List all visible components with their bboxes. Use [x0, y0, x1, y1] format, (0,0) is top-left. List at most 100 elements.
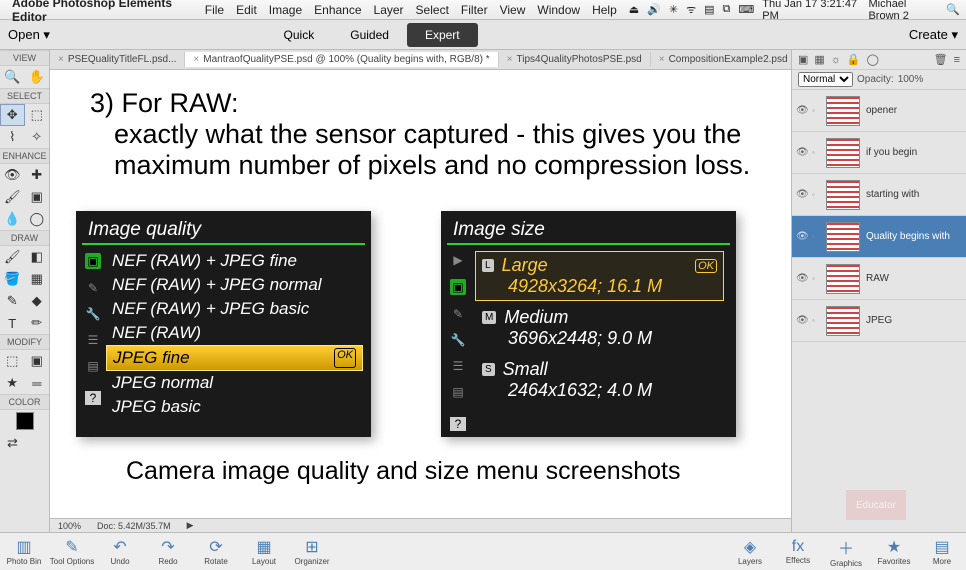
visibility-icon[interactable]: 👁	[796, 189, 806, 200]
system-icon[interactable]: ⧉	[723, 3, 731, 16]
open-menu[interactable]: Open ▾	[8, 27, 50, 43]
close-icon[interactable]: ×	[659, 54, 665, 65]
menu-help[interactable]: Help	[592, 3, 617, 17]
layer-thumbnail	[826, 138, 860, 168]
mode-quick[interactable]: Quick	[266, 23, 333, 47]
eraser-tool[interactable]: ◧	[25, 246, 50, 268]
canvas[interactable]: 3) For RAW: exactly what the sensor capt…	[50, 70, 791, 518]
straighten-tool[interactable]: ═	[25, 372, 50, 394]
zoom-level[interactable]: 100%	[58, 521, 81, 531]
user-name[interactable]: Michael Brown 2	[868, 0, 938, 22]
lock-icon[interactable]: 🔒	[847, 53, 861, 66]
menu-filter[interactable]: Filter	[461, 3, 488, 17]
menu-edit[interactable]: Edit	[236, 3, 257, 17]
menu-view[interactable]: View	[500, 3, 526, 17]
picker-tool[interactable]: ✎	[0, 290, 25, 312]
swap-colors[interactable]: ⇄	[0, 432, 25, 454]
mask-icon[interactable]: ◯	[867, 53, 879, 66]
sponge-tool[interactable]: ◯	[25, 208, 50, 230]
new-layer-icon[interactable]: ▣	[798, 53, 808, 66]
layer-row[interactable]: 👁◦starting with	[792, 174, 966, 216]
layer-row[interactable]: 👁◦Quality begins with	[792, 216, 966, 258]
section-draw: DRAW	[0, 230, 49, 246]
redo-button[interactable]: ↷Redo	[144, 537, 192, 566]
tab-2[interactable]: ×Tips4QualityPhotosPSE.psd	[499, 52, 651, 67]
layer-row[interactable]: 👁◦opener	[792, 90, 966, 132]
wrench-icon: 🔧	[86, 307, 101, 321]
close-icon[interactable]: ×	[507, 54, 513, 65]
lasso-tool[interactable]: ⌇	[0, 126, 25, 148]
trash-icon[interactable]: 🗑	[934, 53, 948, 66]
layer-row[interactable]: 👁◦RAW	[792, 258, 966, 300]
foreground-color[interactable]	[16, 412, 34, 430]
undo-button[interactable]: ↶Undo	[96, 537, 144, 566]
layer-row[interactable]: 👁◦JPEG	[792, 300, 966, 342]
mode-guided[interactable]: Guided	[332, 23, 407, 47]
effects-button[interactable]: fxEffects	[774, 535, 822, 568]
close-icon[interactable]: ×	[193, 54, 199, 65]
photo-bin-button[interactable]: ▥Photo Bin	[0, 537, 48, 566]
wifi-icon[interactable]: ⏏	[629, 3, 639, 16]
cookie-tool[interactable]: ★	[0, 372, 25, 394]
volume-icon[interactable]: 🔊	[647, 3, 661, 16]
crop-tool[interactable]: ⬚	[0, 350, 25, 372]
blur-tool[interactable]: 💧	[0, 208, 25, 230]
mode-expert[interactable]: Expert	[407, 23, 478, 47]
gradient-tool[interactable]: ▦	[25, 268, 50, 290]
layers-button[interactable]: ◈Layers	[726, 535, 774, 568]
blend-mode-select[interactable]: Normal	[798, 72, 853, 87]
fx-icon[interactable]: ☼	[831, 54, 841, 66]
menu-enhance[interactable]: Enhance	[314, 3, 361, 17]
arrow-icon[interactable]: ▶	[187, 520, 194, 531]
zoom-tool[interactable]: 🔍	[0, 66, 25, 88]
organizer-button[interactable]: ⊞Organizer	[288, 537, 336, 566]
menu-file[interactable]: File	[205, 3, 224, 17]
recompose-tool[interactable]: ▣	[25, 350, 50, 372]
wifi-icon[interactable]: ᯤ	[686, 2, 696, 17]
tools-panel: VIEW 🔍✋ SELECT ✥⬚ ⌇✧ ENHANCE 👁✚ 🖌▣ 💧◯ DR…	[0, 50, 50, 532]
layer-name: RAW	[866, 273, 889, 284]
shape-tool[interactable]: ◆	[25, 290, 50, 312]
opacity-value[interactable]: 100%	[898, 74, 924, 85]
marquee-tool[interactable]: ⬚	[25, 104, 49, 126]
pencil-tool[interactable]: ✏	[25, 312, 50, 334]
redeye-tool[interactable]: 👁	[0, 164, 25, 186]
visibility-icon[interactable]: 👁	[796, 147, 806, 158]
favorites-button[interactable]: ★Favorites	[870, 535, 918, 568]
graphics-button[interactable]: ＋Graphics	[822, 535, 870, 568]
menu-window[interactable]: Window	[537, 3, 580, 17]
more-button[interactable]: ▤More	[918, 535, 966, 568]
visibility-icon[interactable]: 👁	[796, 315, 806, 326]
move-tool[interactable]: ✥	[0, 104, 25, 126]
clone-tool[interactable]: ▣	[25, 186, 50, 208]
tool-options-button[interactable]: ✎Tool Options	[48, 537, 96, 566]
close-icon[interactable]: ×	[58, 54, 64, 65]
visibility-icon[interactable]: 👁	[796, 231, 806, 242]
menu-image[interactable]: Image	[269, 3, 302, 17]
bucket-tool[interactable]: 🪣	[0, 268, 25, 290]
layout-button[interactable]: ▦Layout	[240, 537, 288, 566]
heal-tool[interactable]: ✚	[25, 164, 50, 186]
visibility-icon[interactable]: 👁	[796, 273, 806, 284]
hand-tool[interactable]: ✋	[25, 66, 50, 88]
create-menu[interactable]: Create ▾	[909, 27, 958, 43]
menu-layer[interactable]: Layer	[374, 3, 404, 17]
panel-menu-icon[interactable]: ≡	[954, 54, 960, 66]
wand-tool[interactable]: ✧	[25, 126, 50, 148]
tab-0[interactable]: ×PSEQualityTitleFL.psd...	[50, 52, 185, 67]
keyboard-icon[interactable]: ⌨	[738, 3, 754, 16]
rotate-button[interactable]: ⟳Rotate	[192, 537, 240, 566]
tab-3[interactable]: ×CompositionExample2.psd	[651, 52, 797, 67]
sync-icon[interactable]: ✳	[669, 3, 678, 16]
visibility-icon[interactable]: 👁	[796, 105, 806, 116]
layer-row[interactable]: 👁◦if you begin	[792, 132, 966, 174]
smart-brush-tool[interactable]: 🖌	[0, 186, 25, 208]
clock[interactable]: Thu Jan 17 3:21:47 PM	[762, 0, 860, 22]
group-icon[interactable]: ▦	[814, 53, 824, 66]
menu-select[interactable]: Select	[416, 3, 449, 17]
brush-tool[interactable]: 🖌	[0, 246, 25, 268]
tab-1[interactable]: ×MantraofQualityPSE.psd @ 100% (Quality …	[185, 52, 498, 67]
text-tool[interactable]: T	[0, 312, 25, 334]
flag-icon[interactable]: ▤	[704, 3, 714, 16]
spotlight-icon[interactable]: 🔍	[946, 3, 960, 16]
